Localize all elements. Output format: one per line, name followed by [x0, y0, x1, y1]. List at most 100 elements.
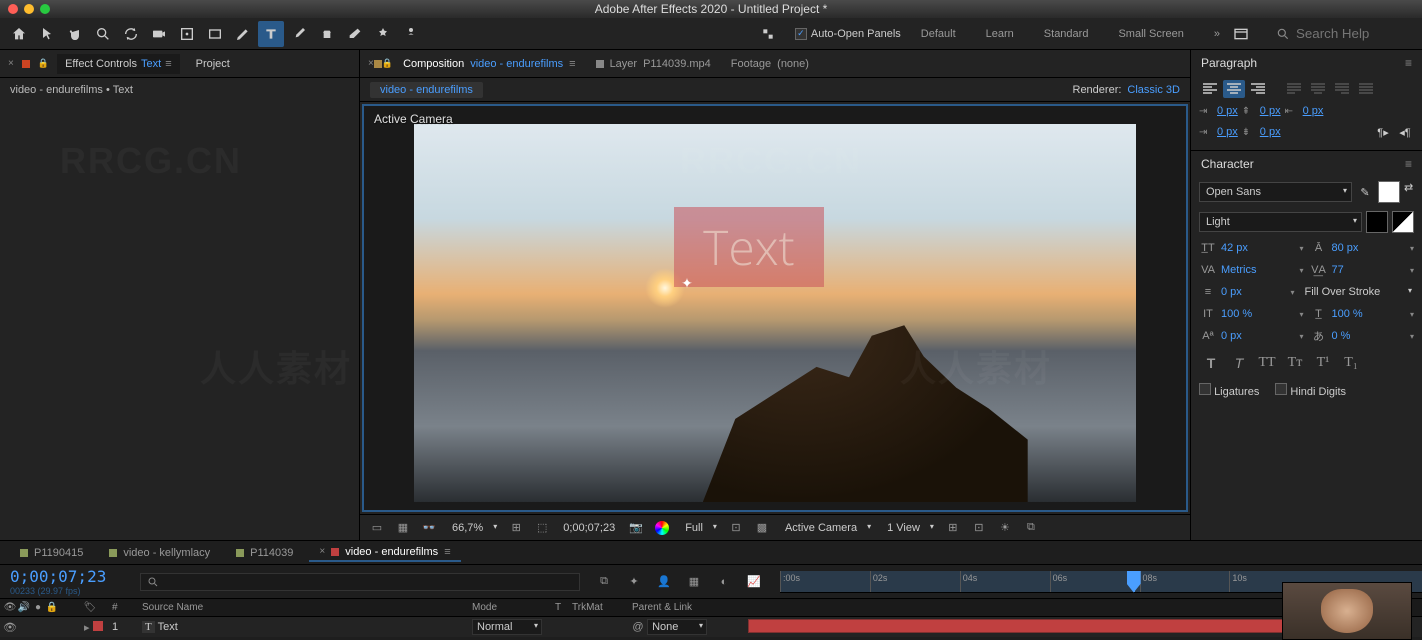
faux-bold-button[interactable]: T	[1199, 353, 1223, 373]
indent-first-field[interactable]: 0 px	[1217, 126, 1238, 138]
audio-toggle-icon[interactable]: 🔊	[18, 602, 30, 614]
tsume-field[interactable]: 0 %	[1332, 330, 1406, 342]
always-preview-icon[interactable]: ▭	[368, 519, 386, 537]
indent-left-field[interactable]: 0 px	[1217, 105, 1238, 117]
space-after-field[interactable]: 0 px	[1260, 126, 1281, 138]
stroke-width-field[interactable]: 0 px	[1221, 286, 1286, 298]
toggle-3d-icon[interactable]: ▩	[753, 519, 771, 537]
fill-color-swatch[interactable]	[1378, 181, 1400, 203]
motion-blur-icon[interactable]: ◐	[714, 572, 734, 592]
viewer-timecode[interactable]: 0;00;07;23	[559, 522, 619, 534]
auto-open-panels-checkbox[interactable]	[795, 28, 807, 40]
text-direction-ltr-icon[interactable]: ¶▸	[1374, 123, 1392, 141]
label-column-icon[interactable]: 🏷	[84, 602, 96, 614]
home-icon[interactable]	[6, 21, 32, 47]
show-channel-icon[interactable]	[653, 519, 671, 537]
workspace-learn[interactable]: Learn	[980, 24, 1020, 44]
vert-scale-field[interactable]: 100 %	[1221, 308, 1295, 320]
layer-name[interactable]: Text	[158, 621, 178, 633]
eyedropper-icon[interactable]: ✎	[1356, 183, 1374, 201]
text-direction-rtl-icon[interactable]: ◂¶	[1396, 123, 1414, 141]
hand-tool-icon[interactable]	[62, 21, 88, 47]
indent-right-field[interactable]: 0 px	[1303, 105, 1324, 117]
workspace-small-screen[interactable]: Small Screen	[1112, 24, 1189, 44]
comp-breadcrumb[interactable]: video - endurefilms	[370, 82, 483, 98]
kerning-field[interactable]: Metrics	[1221, 264, 1295, 276]
panel-lock-icon[interactable]: 🔒	[38, 58, 49, 69]
selection-tool-icon[interactable]	[34, 21, 60, 47]
align-center-button[interactable]	[1223, 80, 1245, 98]
composition-tab[interactable]: Composition video - endurefilms ≡	[393, 54, 586, 74]
roto-brush-tool-icon[interactable]	[370, 21, 396, 47]
layer-mode-dropdown[interactable]: Normal	[472, 619, 542, 635]
draft-3d-icon[interactable]: ✦	[624, 572, 644, 592]
timeline-tab-2[interactable]: P114039	[226, 545, 303, 561]
hindi-digits-checkbox[interactable]	[1275, 383, 1287, 395]
lock-toggle-icon[interactable]: 🔒	[46, 602, 58, 614]
fast-preview-icon[interactable]: ⊡	[727, 519, 745, 537]
workspace-default[interactable]: Default	[915, 24, 962, 44]
swap-colors-icon[interactable]: ⇄	[1404, 181, 1414, 203]
align-left-button[interactable]	[1199, 80, 1221, 98]
window-close-button[interactable]	[8, 4, 18, 14]
workspace-more-icon[interactable]: »	[1208, 24, 1226, 44]
panel-close-icon[interactable]: ×	[8, 58, 14, 69]
timeline-tab-1[interactable]: video - kellymlacy	[99, 545, 220, 561]
views-dropdown[interactable]: 1 View	[881, 520, 936, 536]
transparency-grid-icon[interactable]: ▦	[394, 519, 412, 537]
camera-tool-icon[interactable]	[146, 21, 172, 47]
brush-tool-icon[interactable]	[286, 21, 312, 47]
workspace-standard[interactable]: Standard	[1038, 24, 1095, 44]
puppet-pin-tool-icon[interactable]	[398, 21, 424, 47]
horiz-scale-field[interactable]: 100 %	[1332, 308, 1406, 320]
solo-toggle-icon[interactable]: ●	[32, 602, 44, 614]
anchor-point-icon[interactable]: ✦	[681, 275, 693, 292]
eraser-tool-icon[interactable]	[342, 21, 368, 47]
renderer-dropdown[interactable]: Classic 3D	[1127, 84, 1180, 96]
tracking-field[interactable]: 77	[1332, 264, 1406, 276]
justify-last-right-button[interactable]	[1331, 80, 1353, 98]
timeline-tab-3[interactable]: ×video - endurefilms≡	[309, 544, 460, 562]
snapshot-icon[interactable]: 📷	[627, 519, 645, 537]
font-size-field[interactable]: 42 px	[1221, 242, 1295, 254]
effect-controls-tab[interactable]: Effect Controls Text ≡	[57, 54, 180, 74]
composition-canvas[interactable]: Text ✦	[414, 124, 1136, 502]
pickwhip-icon[interactable]: @	[632, 621, 644, 633]
exposure-icon[interactable]: ☀	[996, 519, 1014, 537]
reset-workspace-icon[interactable]	[1228, 21, 1254, 47]
zoom-dropdown[interactable]: 66,7%	[446, 520, 499, 536]
layer-duration-bar[interactable]	[748, 619, 1287, 633]
space-before-field[interactable]: 0 px	[1260, 105, 1281, 117]
window-minimize-button[interactable]	[24, 4, 34, 14]
layer-tab[interactable]: Layer P114039.mp4	[586, 54, 721, 74]
project-tab[interactable]: Project	[188, 54, 238, 74]
pen-tool-icon[interactable]	[230, 21, 256, 47]
justify-all-button[interactable]	[1355, 80, 1377, 98]
subscript-button[interactable]: T₁	[1339, 353, 1363, 373]
grid-guides-icon[interactable]: ⊡	[970, 519, 988, 537]
mask-visibility-icon[interactable]: 👓	[420, 519, 438, 537]
timeline-tab-0[interactable]: P1190415	[10, 545, 93, 561]
ligatures-checkbox[interactable]	[1199, 383, 1211, 395]
frame-blend-icon[interactable]: ▦	[684, 572, 704, 592]
type-tool-icon[interactable]	[258, 21, 284, 47]
superscript-button[interactable]: T¹	[1311, 353, 1335, 373]
align-right-button[interactable]	[1247, 80, 1269, 98]
faux-italic-button[interactable]: T	[1227, 353, 1251, 373]
resolution-dropdown[interactable]: Full	[679, 520, 719, 536]
comp-lock-icon[interactable]: 🔒	[382, 58, 393, 69]
paragraph-menu-icon[interactable]: ≡	[1405, 56, 1412, 70]
stroke-color-swatch[interactable]	[1366, 211, 1388, 233]
justify-last-left-button[interactable]	[1283, 80, 1305, 98]
flowchart-icon[interactable]: ⧉	[1022, 519, 1040, 537]
orbit-tool-icon[interactable]	[118, 21, 144, 47]
layer-color-label[interactable]	[93, 621, 103, 631]
font-style-dropdown[interactable]: Light	[1199, 212, 1362, 232]
baseline-field[interactable]: 0 px	[1221, 330, 1295, 342]
clone-stamp-tool-icon[interactable]	[314, 21, 340, 47]
graph-editor-icon[interactable]: 📈	[744, 572, 764, 592]
pan-behind-tool-icon[interactable]	[174, 21, 200, 47]
column-source-name[interactable]: Source Name	[138, 602, 468, 613]
fill-over-stroke-dropdown[interactable]: Fill Over Stroke	[1301, 284, 1415, 300]
layer-row[interactable]: 👁 ▸ 1 T Text Normal @ None	[0, 617, 1422, 637]
